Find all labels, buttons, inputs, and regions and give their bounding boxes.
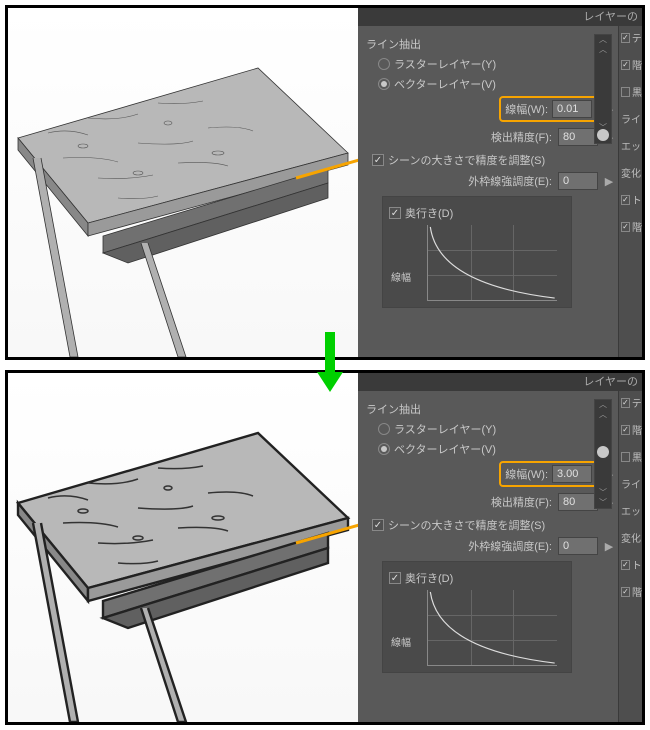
scene-size-checkbox-row[interactable]: ✓ シーンの大きさで精度を調整(S) (364, 517, 642, 533)
radio-icon (378, 78, 390, 90)
precision-input[interactable]: 80 (558, 493, 598, 511)
ejji-label: エッジ (619, 503, 642, 518)
radio-vector-label: ベクターレイヤー(V) (394, 441, 496, 457)
radio-vector-label: ベクターレイヤー(V) (394, 76, 496, 92)
desk-drawing-thin (8, 8, 358, 357)
expand-icon[interactable]: ▶ (604, 175, 614, 188)
preview-canvas-top (8, 8, 358, 357)
ejji-label: エッジ (619, 138, 642, 153)
line-width-input[interactable]: 0.01 (552, 100, 592, 118)
henka-label: 変化 (619, 165, 642, 180)
precision-label: 検出精度(F): (491, 129, 552, 145)
kai2-checkbox[interactable]: ✓階 (619, 584, 642, 599)
radio-raster-label: ラスターレイヤー(Y) (394, 421, 496, 437)
depth-curve-graph[interactable] (427, 225, 557, 301)
line-width-highlight: 線幅(W): 0.01 (499, 96, 598, 122)
graph-y-label: 線幅 (391, 269, 411, 284)
outline-strength-label: 外枠線強調度(E): (468, 538, 552, 554)
radio-raster-label: ラスターレイヤー(Y) (394, 56, 496, 72)
scene-size-checkbox-row[interactable]: ✓ シーンの大きさで精度を調整(S) (364, 152, 642, 168)
panel-titlebar: レイヤーの (358, 8, 642, 26)
depth-curve-graph[interactable] (427, 590, 557, 666)
vertical-slider[interactable]: ︿︿ ﹀﹀ (594, 34, 612, 144)
radio-icon (378, 423, 390, 435)
line-width-highlight: 線幅(W): 3.00 (499, 461, 598, 487)
kuro-checkbox[interactable]: 黒 (619, 84, 642, 99)
outline-strength-input[interactable]: 0 (558, 172, 598, 190)
checkbox-checked-icon: ✓ (389, 572, 401, 584)
outline-strength-label: 外枠線強調度(E): (468, 173, 552, 189)
kai-checkbox[interactable]: ✓階 (619, 422, 642, 437)
kuro-checkbox[interactable]: 黒 (619, 449, 642, 464)
tone-checkbox[interactable]: ✓トー (619, 557, 642, 572)
radio-icon (378, 58, 390, 70)
far-right-column: ✓テク ✓階 黒 ライ エッジ 変化 ✓トー ✓階 (618, 26, 642, 357)
expand-icon[interactable]: ▶ (604, 540, 614, 553)
tone-checkbox[interactable]: ✓トー (619, 192, 642, 207)
settings-panel-top: レイヤーの ライン抽出 ラスターレイヤー(Y) ベクターレイヤー(V) 線幅(W… (358, 8, 642, 357)
chevron-down-icon: ﹀﹀ (599, 488, 607, 508)
far-right-column: ✓テク ✓階 黒 ライ エッジ 変化 ✓トー ✓階 (618, 391, 642, 722)
checkbox-checked-icon: ✓ (372, 519, 384, 531)
checkbox-checked-icon: ✓ (372, 154, 384, 166)
precision-label: 検出精度(F): (491, 494, 552, 510)
lai-label: ライ (619, 476, 642, 491)
line-width-label: 線幅(W): (505, 101, 548, 117)
depth-label: 奥行き(D) (405, 570, 453, 586)
depth-checkbox-row[interactable]: ✓ 奥行き(D) (389, 570, 565, 586)
vertical-slider[interactable]: ︿︿ ﹀﹀ (594, 399, 612, 509)
chevron-up-icon: ︿︿ (599, 35, 607, 55)
chevron-up-icon: ︿︿ (599, 400, 607, 420)
line-width-label: 線幅(W): (505, 466, 548, 482)
texture-checkbox[interactable]: ✓テク (619, 30, 642, 45)
desk-drawing-thick (8, 373, 358, 722)
preview-canvas-bottom (8, 373, 358, 722)
radio-icon (378, 443, 390, 455)
depth-label: 奥行き(D) (405, 205, 453, 221)
checkbox-checked-icon: ✓ (389, 207, 401, 219)
scene-size-label: シーンの大きさで精度を調整(S) (388, 152, 545, 168)
scene-size-label: シーンの大きさで精度を調整(S) (388, 517, 545, 533)
depth-subpanel: ✓ 奥行き(D) 線幅 (382, 196, 572, 308)
line-width-input[interactable]: 3.00 (552, 465, 592, 483)
depth-checkbox-row[interactable]: ✓ 奥行き(D) (389, 205, 565, 221)
graph-y-label: 線幅 (391, 634, 411, 649)
kai2-checkbox[interactable]: ✓階 (619, 219, 642, 234)
texture-checkbox[interactable]: ✓テク (619, 395, 642, 410)
panel-titlebar: レイヤーの (358, 373, 642, 391)
settings-panel-bottom: レイヤーの ライン抽出 ラスターレイヤー(Y) ベクターレイヤー(V) 線幅(W… (358, 373, 642, 722)
lai-label: ライ (619, 111, 642, 126)
henka-label: 変化 (619, 530, 642, 545)
outline-strength-input[interactable]: 0 (558, 537, 598, 555)
kai-checkbox[interactable]: ✓階 (619, 57, 642, 72)
depth-subpanel: ✓ 奥行き(D) 線幅 (382, 561, 572, 673)
precision-input[interactable]: 80 (558, 128, 598, 146)
